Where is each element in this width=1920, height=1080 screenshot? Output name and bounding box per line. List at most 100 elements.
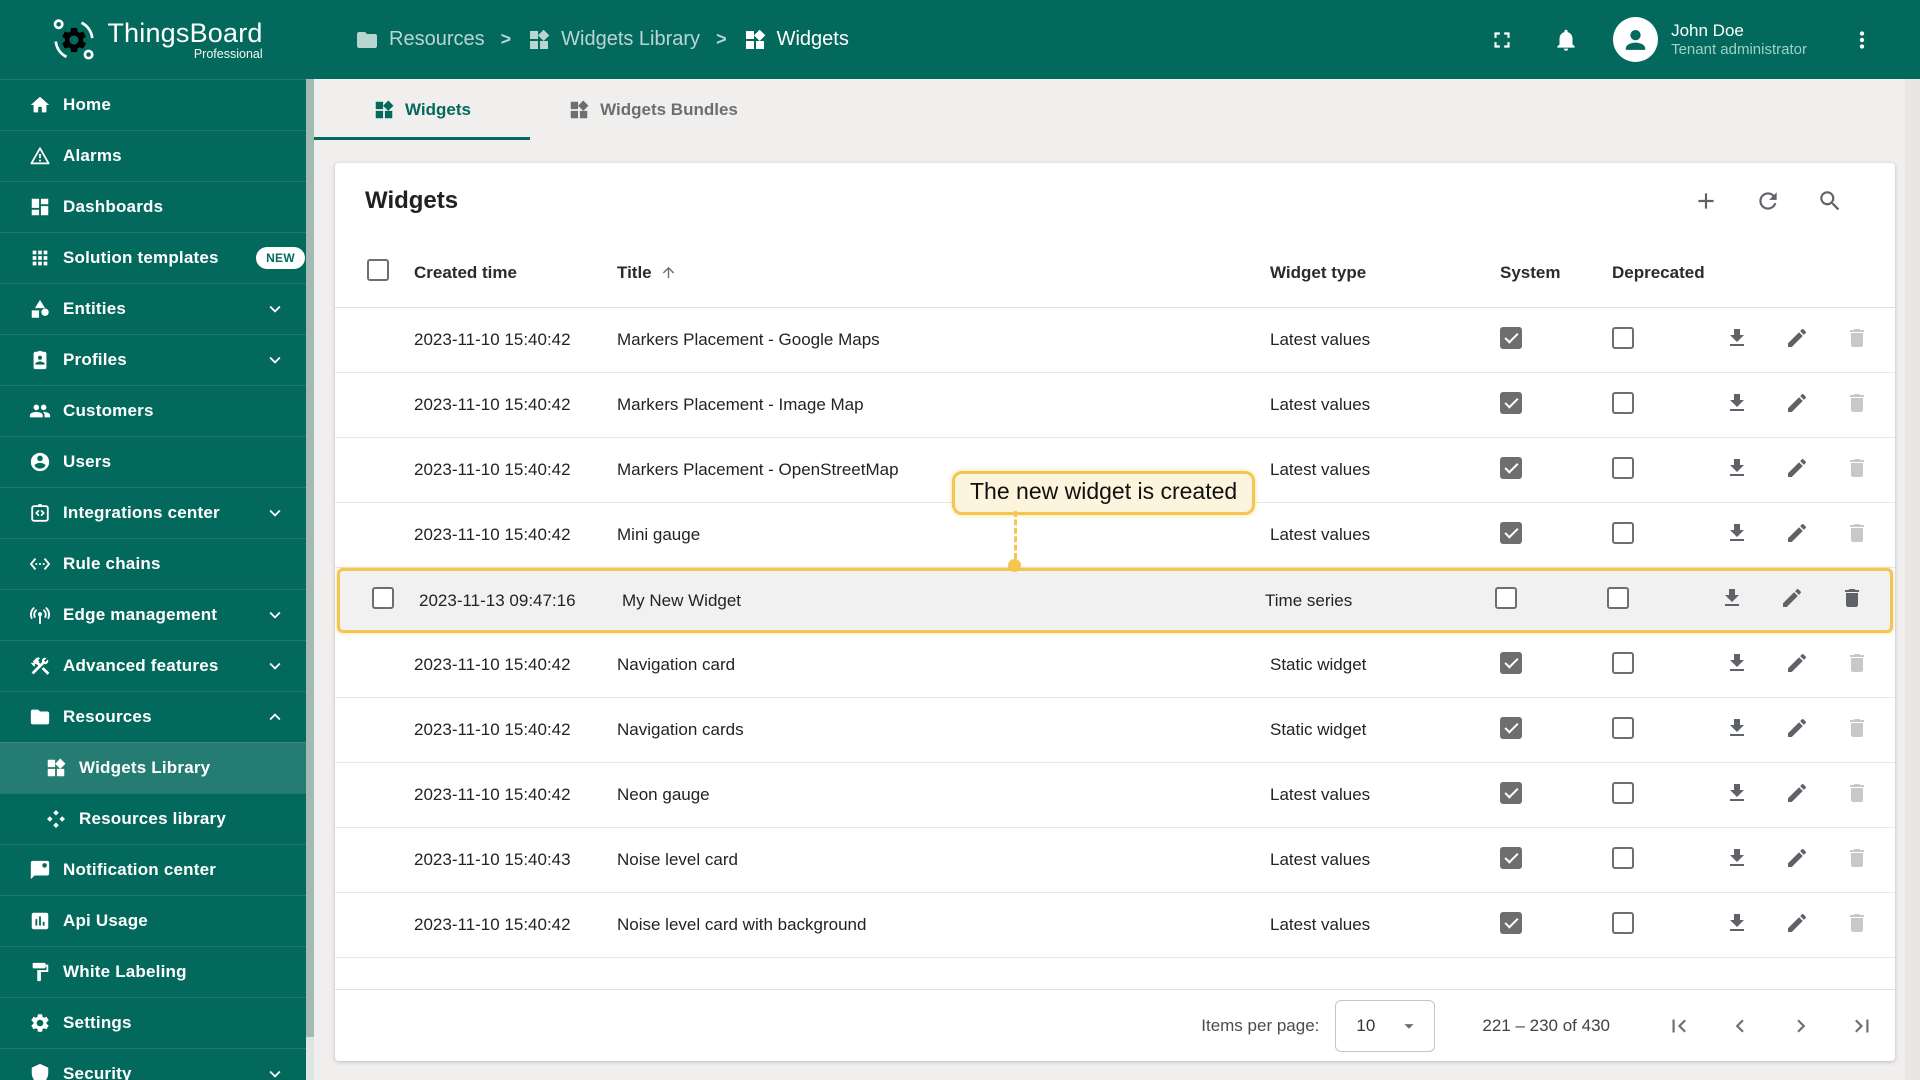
sidebar-item-security[interactable]: Security bbox=[0, 1048, 314, 1080]
sidebar-item-home[interactable]: Home bbox=[0, 79, 314, 130]
edit-widget-button[interactable] bbox=[1780, 586, 1804, 615]
add-widget-icon[interactable] bbox=[1693, 188, 1719, 214]
sidebar-item-customers[interactable]: Customers bbox=[0, 385, 314, 436]
table-row[interactable]: 2023-11-10 15:40:42 Navigation cards Sta… bbox=[335, 698, 1895, 763]
edit-widget-button[interactable] bbox=[1785, 846, 1809, 875]
select-all-checkbox[interactable] bbox=[367, 259, 389, 281]
download-widget-button[interactable] bbox=[1725, 391, 1749, 420]
fullscreen-icon[interactable] bbox=[1489, 27, 1515, 53]
delete-widget-button[interactable] bbox=[1845, 781, 1869, 810]
sidebar-scrollbar-thumb[interactable] bbox=[306, 79, 314, 1037]
edit-widget-button[interactable] bbox=[1785, 651, 1809, 680]
table-row[interactable]: 2023-11-10 15:40:42 Neon gauge Latest va… bbox=[335, 763, 1895, 828]
download-widget-button[interactable] bbox=[1725, 456, 1749, 485]
table-row[interactable]: 2023-11-10 15:40:42 Markers Placement - … bbox=[335, 308, 1895, 373]
items-per-page-select[interactable]: 10 bbox=[1335, 999, 1436, 1052]
sidebar-item-edge-management[interactable]: Edge management bbox=[0, 589, 314, 640]
delete-widget-button[interactable] bbox=[1845, 391, 1869, 420]
refresh-icon[interactable] bbox=[1755, 188, 1781, 214]
column-header-system[interactable]: System bbox=[1494, 263, 1598, 283]
sidebar-item-widgets-library[interactable]: Widgets Library bbox=[0, 742, 314, 793]
tab-widgets-bundles[interactable]: Widgets Bundles bbox=[530, 79, 776, 140]
more-menu-icon[interactable] bbox=[1849, 27, 1875, 53]
download-widget-button[interactable] bbox=[1720, 586, 1744, 615]
user-block[interactable]: John Doe Tenant administrator bbox=[1671, 20, 1807, 60]
column-header-widget-type[interactable]: Widget type bbox=[1270, 263, 1494, 283]
delete-widget-button[interactable] bbox=[1845, 911, 1869, 940]
delete-widget-button[interactable] bbox=[1845, 456, 1869, 485]
download-widget-button[interactable] bbox=[1725, 326, 1749, 355]
first-page-button[interactable] bbox=[1666, 1013, 1692, 1039]
delete-widget-button[interactable] bbox=[1845, 716, 1869, 745]
download-widget-button[interactable] bbox=[1725, 716, 1749, 745]
column-header-title[interactable]: Title bbox=[604, 263, 1270, 283]
row-checkbox[interactable] bbox=[372, 587, 394, 609]
last-page-button[interactable] bbox=[1849, 1013, 1875, 1039]
delete-widget-button[interactable] bbox=[1845, 326, 1869, 355]
table-row[interactable]: 2023-11-10 15:40:42 Navigation card Stat… bbox=[335, 633, 1895, 698]
download-widget-button[interactable] bbox=[1725, 521, 1749, 550]
download-widget-button[interactable] bbox=[1725, 651, 1749, 680]
cell-widget-type: Latest values bbox=[1270, 460, 1371, 479]
edit-widget-button[interactable] bbox=[1785, 716, 1809, 745]
table-row[interactable]: 2023-11-13 09:47:16 My New Widget Time s… bbox=[337, 568, 1893, 633]
sidebar-scrollbar[interactable] bbox=[306, 79, 314, 1080]
tab-widgets[interactable]: Widgets bbox=[314, 79, 530, 140]
system-checkbox bbox=[1500, 391, 1522, 414]
table-row[interactable]: 2023-11-10 15:40:42 Markers Placement - … bbox=[335, 373, 1895, 438]
rule-chains-icon bbox=[29, 553, 51, 575]
sidebar-item-resources-library[interactable]: Resources library bbox=[0, 793, 314, 844]
delete-widget-button[interactable] bbox=[1845, 846, 1869, 875]
delete-widget-button[interactable] bbox=[1845, 521, 1869, 550]
sidebar-item-resources[interactable]: Resources bbox=[0, 691, 314, 742]
avatar[interactable] bbox=[1613, 17, 1659, 62]
table-row[interactable]: 2023-11-10 15:40:42 Noise level card wit… bbox=[335, 893, 1895, 958]
cell-title: Navigation cards bbox=[617, 720, 744, 739]
search-icon[interactable] bbox=[1817, 188, 1843, 214]
delete-widget-button[interactable] bbox=[1845, 651, 1869, 680]
alarms-icon bbox=[29, 145, 51, 167]
edit-widget-button[interactable] bbox=[1785, 326, 1809, 355]
sidebar-item-dashboards[interactable]: Dashboards bbox=[0, 181, 314, 232]
sidebar-item-settings[interactable]: Settings bbox=[0, 997, 314, 1048]
table-row[interactable]: 2023-11-10 15:40:43 Noise level card Lat… bbox=[335, 828, 1895, 893]
edit-widget-button[interactable] bbox=[1785, 911, 1809, 940]
sidebar-item-entities[interactable]: Entities bbox=[0, 283, 314, 334]
cell-created-time: 2023-11-13 09:47:16 bbox=[419, 590, 576, 610]
sidebar-item-solution-templates[interactable]: Solution templates NEW bbox=[0, 232, 314, 283]
system-checkbox bbox=[1500, 911, 1522, 934]
column-header-created-time[interactable]: Created time bbox=[401, 263, 604, 283]
breadcrumb-item-widgets[interactable]: Widgets bbox=[743, 28, 849, 52]
main-scrollbar[interactable] bbox=[1905, 79, 1920, 1080]
download-widget-button[interactable] bbox=[1725, 911, 1749, 940]
sidebar-item-profiles[interactable]: Profiles bbox=[0, 334, 314, 385]
sidebar-item-integrations-center[interactable]: Integrations center bbox=[0, 487, 314, 538]
delete-widget-button[interactable] bbox=[1840, 586, 1864, 615]
delete-icon bbox=[1845, 521, 1869, 545]
notifications-bell-icon[interactable] bbox=[1553, 27, 1579, 53]
edit-widget-button[interactable] bbox=[1785, 521, 1809, 550]
sidebar-item-advanced-features[interactable]: Advanced features bbox=[0, 640, 314, 691]
edit-widget-button[interactable] bbox=[1785, 391, 1809, 420]
sidebar-item-users[interactable]: Users bbox=[0, 436, 314, 487]
download-widget-button[interactable] bbox=[1725, 781, 1749, 810]
sidebar-item-api-usage[interactable]: Api Usage bbox=[0, 895, 314, 946]
brand-logo[interactable]: ThingsBoard Professional bbox=[0, 0, 314, 79]
breadcrumb-item-widgets-library[interactable]: Widgets Library bbox=[527, 28, 700, 52]
next-page-button[interactable] bbox=[1788, 1013, 1814, 1039]
breadcrumb-item-resources[interactable]: Resources bbox=[355, 28, 485, 52]
sidebar-item-alarms[interactable]: Alarms bbox=[0, 130, 314, 181]
edit-widget-button[interactable] bbox=[1785, 781, 1809, 810]
previous-page-button[interactable] bbox=[1727, 1013, 1753, 1039]
download-widget-button[interactable] bbox=[1725, 846, 1749, 875]
download-icon bbox=[1725, 651, 1749, 675]
column-header-deprecated[interactable]: Deprecated bbox=[1598, 263, 1713, 283]
widgets-icon bbox=[45, 757, 67, 779]
system-checkbox bbox=[1500, 456, 1522, 479]
edit-widget-button[interactable] bbox=[1785, 456, 1809, 485]
sidebar-item-notification-center[interactable]: Notification center bbox=[0, 844, 314, 895]
delete-icon bbox=[1845, 781, 1869, 805]
sidebar-item-white-labeling[interactable]: White Labeling bbox=[0, 946, 314, 997]
notification-center-icon bbox=[29, 859, 51, 881]
sidebar-item-rule-chains[interactable]: Rule chains bbox=[0, 538, 314, 589]
